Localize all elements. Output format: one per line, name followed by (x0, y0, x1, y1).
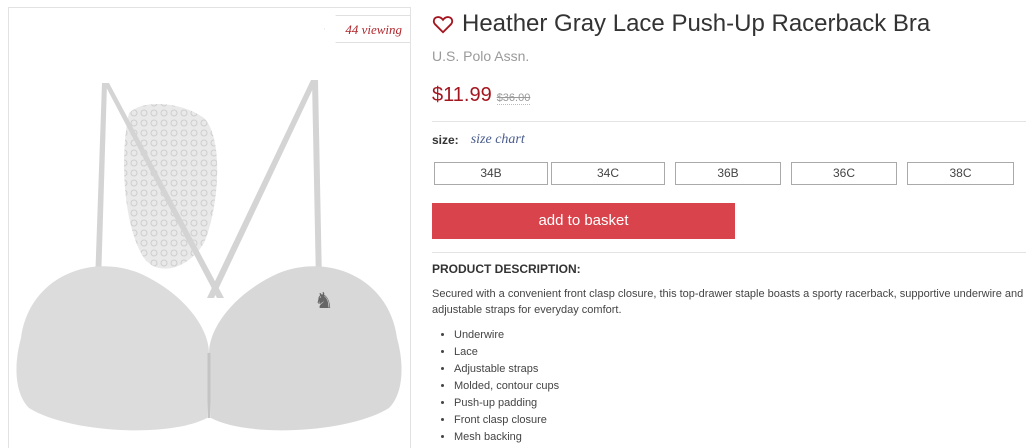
price-row: $11.99 $36.00 (432, 84, 531, 107)
sale-price: $11.99 (432, 84, 492, 106)
size-option[interactable]: 38C (907, 162, 1014, 185)
heart-outline-icon[interactable] (432, 13, 454, 35)
size-option[interactable]: 34B (434, 162, 548, 185)
size-options: 34B 34C 36B 36C 38C (434, 162, 1014, 185)
feature-item: Lace (454, 344, 559, 361)
original-price: $36.00 (496, 92, 531, 105)
divider (432, 121, 1026, 122)
divider (432, 252, 1026, 253)
feature-item: Mesh backing (454, 429, 559, 446)
title-row: Heather Gray Lace Push-Up Racerback Bra (432, 10, 930, 38)
product-image[interactable]: ♞ (9, 8, 410, 448)
feature-item: Front clasp closure (454, 412, 559, 429)
feature-item: Push-up padding (454, 395, 559, 412)
description-text: Secured with a convenient front clasp cl… (432, 288, 1024, 316)
size-option[interactable]: 36B (675, 162, 781, 185)
feature-item: Molded, contour cups (454, 378, 559, 395)
description-heading: PRODUCT DESCRIPTION: (432, 262, 581, 276)
product-title: Heather Gray Lace Push-Up Racerback Bra (462, 10, 931, 37)
size-chart-link[interactable]: size chart (471, 132, 525, 148)
size-option[interactable]: 36C (791, 162, 897, 185)
feature-list: Underwire Lace Adjustable straps Molded,… (432, 327, 559, 446)
add-to-basket-button[interactable]: add to basket (432, 203, 735, 239)
feature-item: Underwire (454, 327, 559, 344)
feature-item: Adjustable straps (454, 361, 559, 378)
viewing-count-badge: 44 viewing (324, 15, 410, 43)
svg-text:♞: ♞ (314, 288, 334, 313)
brand-name[interactable]: U.S. Polo Assn. (432, 48, 529, 64)
size-option[interactable]: 34C (551, 162, 665, 185)
product-image-frame: ♞ 44 viewing (8, 7, 411, 448)
size-row: size: size chart (432, 132, 525, 148)
size-label: size: (432, 133, 459, 147)
